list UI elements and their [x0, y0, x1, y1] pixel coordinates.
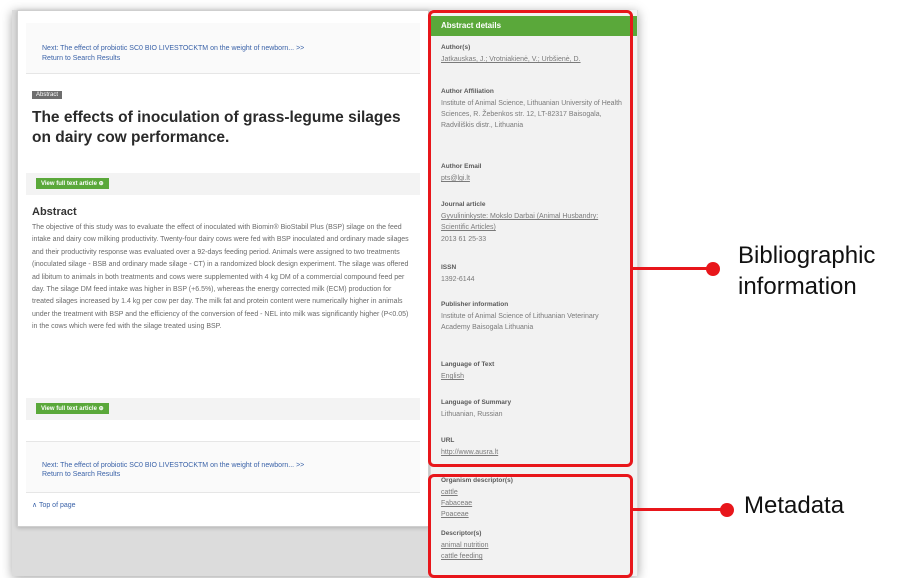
return-to-results-link-bottom[interactable]: Return to Search Results [42, 471, 120, 478]
abstract-heading: Abstract [32, 206, 77, 218]
top-nav-box: Next: The effect of probiotic SC0 BIO LI… [26, 23, 420, 74]
next-article-link[interactable]: Next: The effect of probiotic SC0 BIO LI… [42, 45, 304, 52]
view-full-text-button-bottom[interactable]: View full text article ⊕ [36, 403, 109, 414]
top-of-page-link[interactable]: ∧ Top of page [32, 501, 76, 509]
metadata-connector-dot [720, 503, 734, 517]
bibliographic-callout-line1: Bibliographic [738, 242, 876, 269]
metadata-callout-label: Metadata [744, 492, 845, 519]
metadata-connector-line [630, 508, 726, 511]
next-article-link-bottom[interactable]: Next: The effect of probiotic SC0 BIO LI… [42, 462, 304, 469]
full-text-bar: View full text article ⊕ [26, 173, 420, 195]
view-full-text-button[interactable]: View full text article ⊕ [36, 178, 109, 189]
abstract-text: The objective of this study was to evalu… [32, 224, 409, 331]
bottom-nav-box: Next: The effect of probiotic SC0 BIO LI… [26, 441, 420, 493]
return-to-results-link[interactable]: Return to Search Results [42, 55, 120, 62]
metadata-highlight-box [428, 474, 633, 578]
bibliographic-highlight-box [428, 10, 633, 467]
article-title: The effects of inoculation of grass-legu… [32, 109, 401, 146]
abstract-badge: Abstract [32, 91, 63, 99]
full-text-bar-bottom: View full text article ⊕ [26, 398, 420, 420]
bibliographic-connector-dot [706, 262, 720, 276]
bibliographic-callout-line2: information [738, 273, 857, 300]
article-panel: Next: The effect of probiotic SC0 BIO LI… [17, 10, 429, 527]
bibliographic-callout-label: Bibliographic information [738, 240, 875, 302]
bibliographic-connector-line [630, 267, 712, 270]
